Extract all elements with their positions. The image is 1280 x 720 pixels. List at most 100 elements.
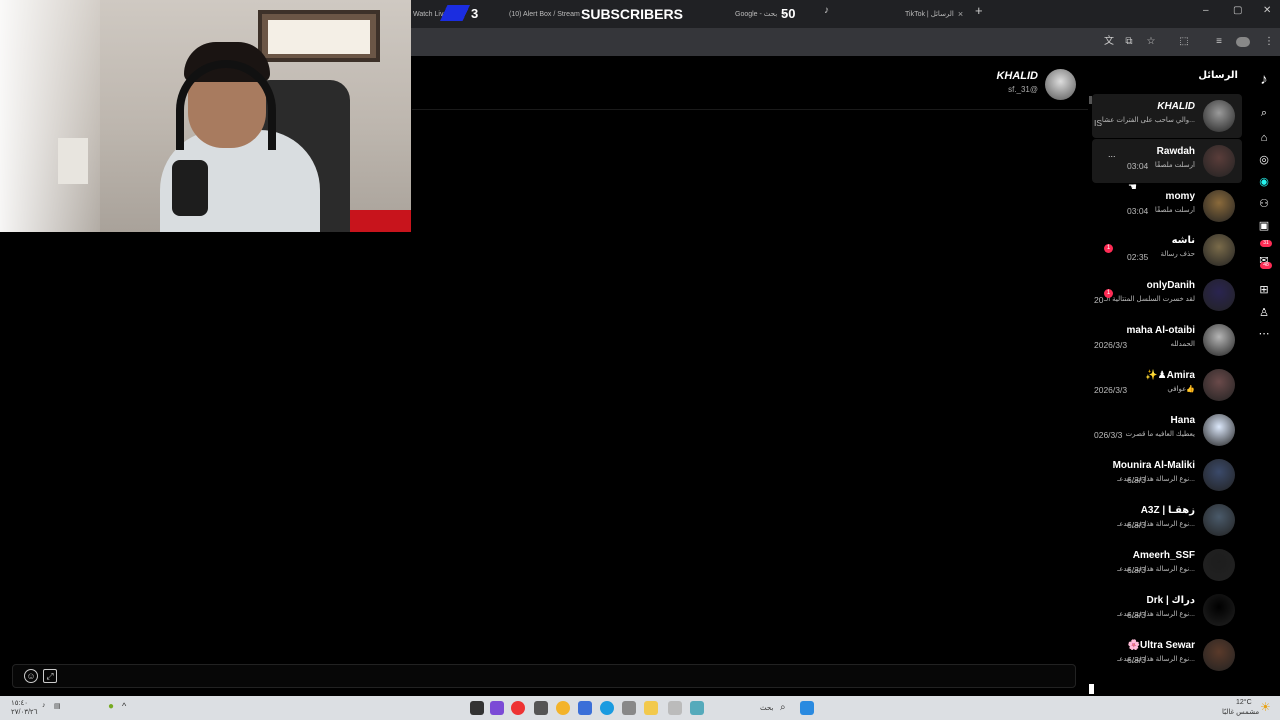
conversation-item[interactable]: Rawdah أرسلت ملصقًا 03:04... bbox=[1092, 139, 1242, 183]
home-icon[interactable]: ⌂ bbox=[1256, 130, 1272, 146]
tab-alert-box[interactable]: (10) Alert Box / Stream × bbox=[505, 4, 585, 24]
minimize-button[interactable]: – bbox=[1203, 5, 1209, 16]
conversation-item[interactable]: Hana يعطيك العافيه ما قصرت 026/3/3 bbox=[1092, 408, 1242, 452]
conversation-time: 03:04 bbox=[1127, 206, 1149, 216]
conversation-preview: لقد خسرت السلسل المتتالية الـ bbox=[1104, 296, 1195, 303]
conversation-avatar[interactable] bbox=[1203, 145, 1235, 177]
start-button-icon[interactable] bbox=[800, 701, 814, 715]
image-upload-icon[interactable]: ⤢ bbox=[43, 669, 57, 683]
overlay-left-count: 3 bbox=[471, 6, 479, 21]
translate-icon[interactable]: 文 bbox=[1103, 36, 1115, 48]
conversation-item[interactable]: momy أرسلت ملصقًا 03:04 bbox=[1092, 184, 1242, 228]
discord-icon[interactable] bbox=[490, 701, 504, 715]
explore-icon[interactable]: ◎ bbox=[1256, 152, 1272, 168]
following-icon[interactable]: ◉ bbox=[1256, 174, 1272, 190]
conversation-avatar[interactable] bbox=[1203, 369, 1235, 401]
conversation-item[interactable]: A3Z | زهقـا نوع الرسالة هذا غير مدعـ... 6/… bbox=[1092, 498, 1242, 542]
profile-avatar[interactable] bbox=[1236, 37, 1250, 47]
edge-icon[interactable] bbox=[600, 701, 614, 715]
tiktok-side-nav: ♪ ⌕ ⌂ ◎ ◉ ⚇ ▣ 31 ✉ 48 ⊞ ♙ ⋯ bbox=[1252, 60, 1280, 692]
close-window-button[interactable]: ✕ bbox=[1263, 5, 1271, 16]
maximize-button[interactable]: ▢ bbox=[1233, 5, 1242, 16]
search-icon[interactable]: ⌕ bbox=[1256, 105, 1272, 121]
conversation-preview: عوافي👍 bbox=[1167, 386, 1195, 393]
tray-app-icon[interactable]: ● bbox=[108, 701, 114, 712]
nav-badge-count: 48 bbox=[1260, 262, 1272, 269]
conversation-name: Rawdah bbox=[1156, 146, 1195, 157]
more-icon[interactable]: ⋯ bbox=[1256, 326, 1272, 342]
conversation-avatar[interactable] bbox=[1203, 324, 1235, 356]
new-tab-button[interactable]: + bbox=[975, 3, 983, 18]
conversation-avatar[interactable] bbox=[1203, 459, 1235, 491]
conversation-name: KHALID bbox=[1157, 101, 1195, 112]
upload-icon[interactable]: ⊞ bbox=[1256, 282, 1272, 298]
widgets-icon[interactable] bbox=[690, 701, 704, 715]
webcam-red-object bbox=[350, 210, 411, 232]
tab-label: TikTok | الرسائل bbox=[905, 11, 954, 18]
conversation-avatar[interactable] bbox=[1203, 100, 1235, 132]
file-explorer-icon[interactable] bbox=[644, 701, 658, 715]
vscode-icon[interactable] bbox=[578, 701, 592, 715]
conversation-item[interactable]: Ameerh_SSF نوع الرسالة هذا غير مدعـ... 6/3… bbox=[1092, 543, 1242, 587]
inbox-title: الرسائل bbox=[1198, 70, 1238, 81]
start-app-icon[interactable] bbox=[470, 701, 484, 715]
conversation-item[interactable]: Drk | دراك نوع الرسالة هذا غير مدعـ... 6/3… bbox=[1092, 588, 1242, 632]
conversation-avatar[interactable] bbox=[1203, 190, 1235, 222]
tab-search-icon[interactable]: ≡ bbox=[1213, 36, 1225, 48]
conversation-preview: والي ساحب على الفترات عشا... bbox=[1101, 117, 1195, 124]
close-icon[interactable]: × bbox=[958, 9, 963, 19]
webcam-light bbox=[0, 0, 100, 232]
chat-partner-avatar[interactable] bbox=[1045, 69, 1076, 100]
bookmark-star-icon[interactable]: ☆ bbox=[1145, 36, 1157, 48]
install-app-icon[interactable]: ⧉ bbox=[1123, 36, 1135, 48]
task-view-icon[interactable] bbox=[668, 701, 682, 715]
search-icon[interactable]: ⌕ bbox=[780, 702, 786, 713]
xbox-icon[interactable] bbox=[534, 701, 548, 715]
scrollbar-thumb-lower[interactable] bbox=[1089, 684, 1094, 694]
tab-tiktok-messages[interactable]: TikTok | الرسائل × bbox=[905, 4, 965, 24]
network-icon[interactable]: ▤ bbox=[54, 702, 61, 710]
volume-icon[interactable]: ♪ bbox=[42, 702, 46, 709]
conversation-item[interactable]: maha Al-otaibi الحمدلله 2026/3/3 bbox=[1092, 318, 1242, 362]
weather-sun-icon[interactable]: ☀ bbox=[1260, 700, 1271, 714]
conversation-avatar[interactable] bbox=[1203, 234, 1235, 266]
taskbar-clock-time: ١٥:٤٠ bbox=[11, 700, 28, 707]
friends-icon[interactable]: ⚇ bbox=[1256, 196, 1272, 212]
chrome-icon[interactable] bbox=[556, 701, 570, 715]
conversation-avatar[interactable] bbox=[1203, 504, 1235, 536]
conversation-avatar[interactable] bbox=[1203, 594, 1235, 626]
conversation-item[interactable]: onlyDanih لقد خسرت السلسل المتتالية الـ 20… bbox=[1092, 273, 1242, 317]
live-icon[interactable]: ▣ bbox=[1256, 218, 1272, 234]
conversation-truncated-text: IS bbox=[1094, 118, 1103, 128]
conversation-item[interactable]: KHALID والي ساحب على الفترات عشا... IS bbox=[1092, 94, 1242, 138]
emoji-icon[interactable]: ☺ bbox=[24, 669, 38, 683]
profile-icon[interactable]: ♙ bbox=[1256, 305, 1272, 321]
store-icon[interactable] bbox=[622, 701, 636, 715]
conversation-item[interactable]: Mounira Al-Maliki نوع الرسالة هذا غير مدع… bbox=[1092, 453, 1242, 497]
tray-chevron-icon[interactable]: ^ bbox=[122, 701, 126, 711]
conversation-avatar[interactable] bbox=[1203, 279, 1235, 311]
conversation-avatar[interactable] bbox=[1203, 414, 1235, 446]
tiktok-logo-icon[interactable]: ♪ bbox=[1256, 72, 1272, 88]
conversation-preview: أرسلت ملصقًا bbox=[1154, 207, 1195, 214]
tiktok-tab-icon: ♪ bbox=[824, 5, 829, 16]
browser-menu-icon[interactable]: ⋮ bbox=[1263, 36, 1275, 48]
message-input[interactable] bbox=[12, 664, 1076, 688]
conversation-name: Mounira Al-Maliki bbox=[1112, 460, 1195, 471]
conversation-name: ✨♟Amira bbox=[1145, 370, 1195, 381]
browser-tab-bar: Watch Live (10) Alert Box / Stream × Goo… bbox=[410, 0, 1280, 28]
webcam-room-window bbox=[258, 10, 380, 62]
taskbar-clock-date: ٢٧/٠٣/٢٦ bbox=[11, 709, 38, 716]
chat-partner-name[interactable]: KHALID bbox=[996, 70, 1038, 82]
conversation-avatar[interactable] bbox=[1203, 549, 1235, 581]
chat-header bbox=[412, 58, 1088, 110]
conversation-avatar[interactable] bbox=[1203, 639, 1235, 671]
taskbar-search-label[interactable]: بحث bbox=[760, 704, 773, 712]
conversation-item[interactable]: ناشه حذف رسالة 02:35 1 bbox=[1092, 228, 1242, 272]
obs-icon[interactable] bbox=[511, 701, 525, 715]
more-options-icon[interactable]: ... bbox=[1108, 149, 1116, 159]
conversation-item[interactable]: 🌸Ultra Sewar نوع الرسالة هذا غير مدعـ... 6… bbox=[1092, 633, 1242, 677]
conversation-item[interactable]: ✨♟Amira عوافي👍 2026/3/3 bbox=[1092, 363, 1242, 407]
conversation-name: Drk | دراك bbox=[1146, 595, 1195, 606]
extensions-icon[interactable]: ⬚ bbox=[1178, 36, 1190, 48]
